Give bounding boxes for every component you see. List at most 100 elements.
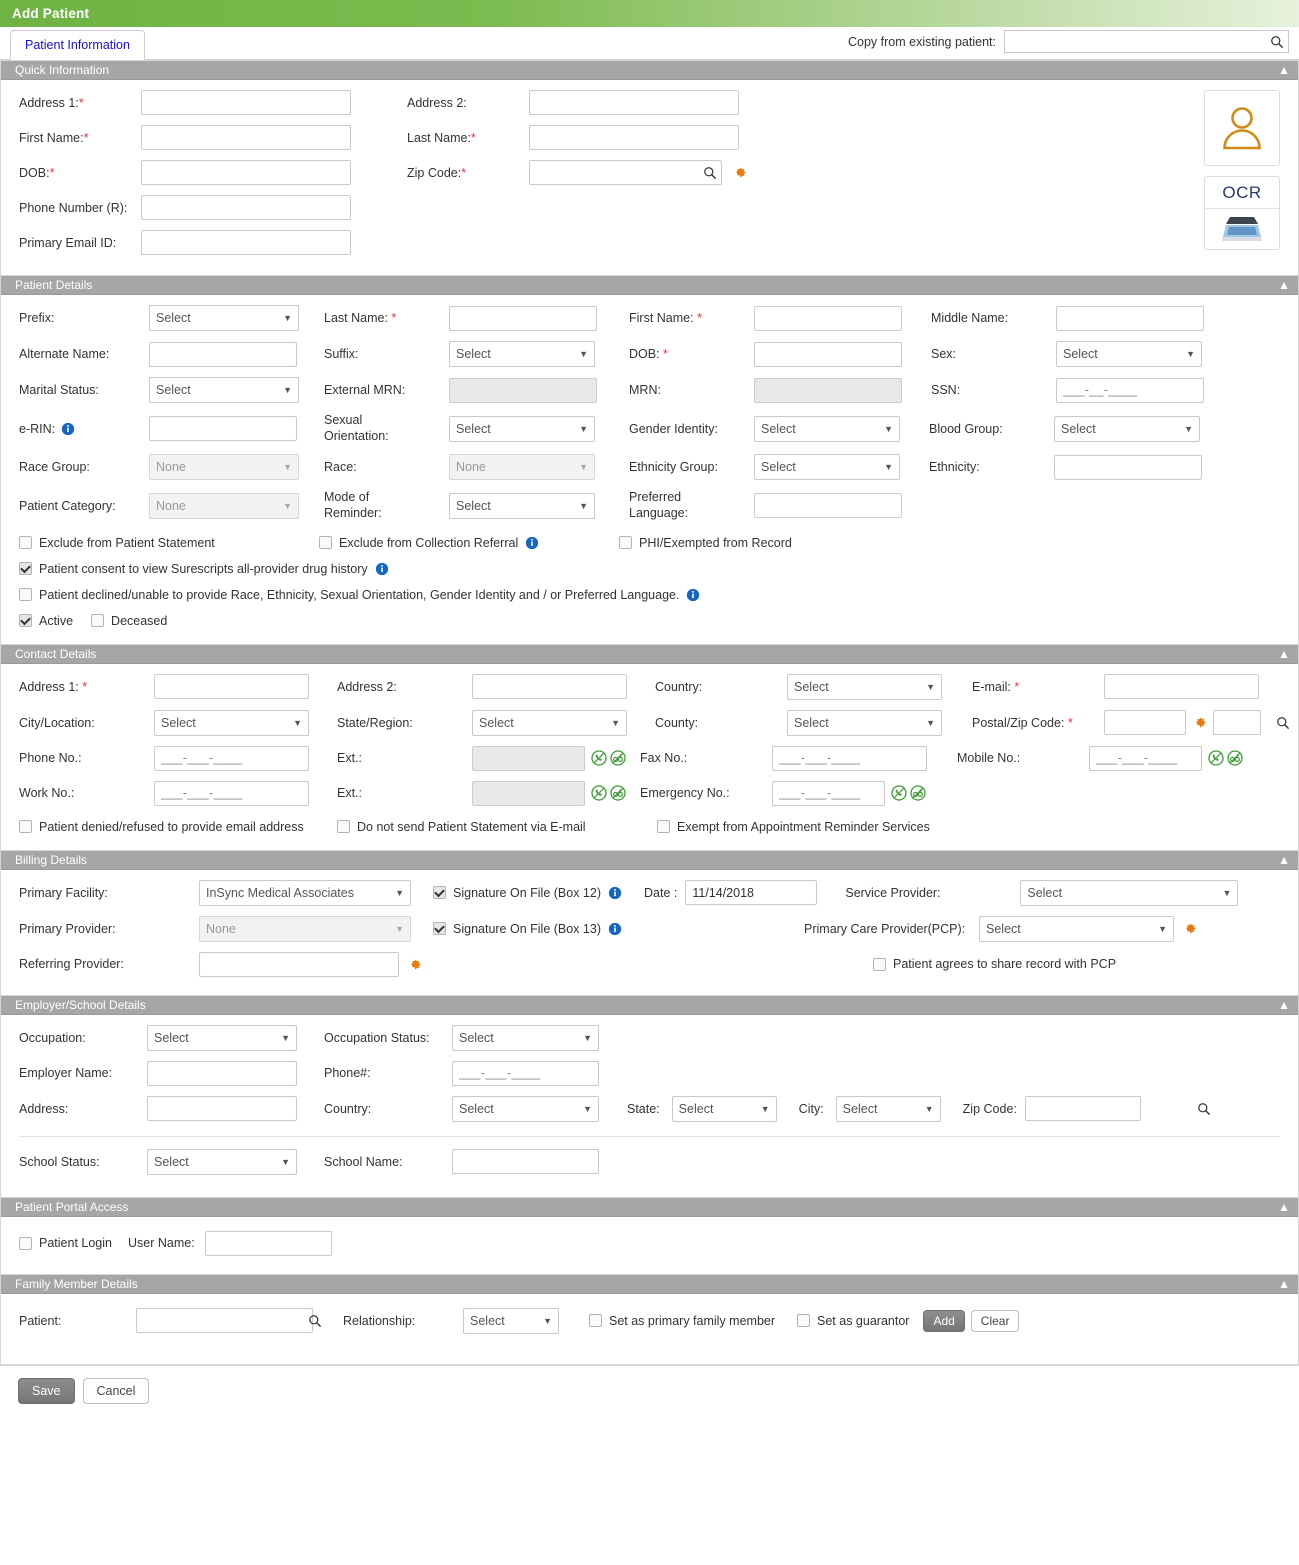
cancel-button[interactable]: Cancel bbox=[82, 1377, 150, 1404]
marital-status-select[interactable]: Select ▼ bbox=[149, 377, 299, 403]
chevron-up-icon[interactable]: ▲ bbox=[1278, 279, 1290, 291]
gender-identity-select[interactable]: Select ▼ bbox=[754, 415, 900, 442]
contact-country-select[interactable]: Select ▼ bbox=[787, 673, 942, 700]
gear-icon[interactable] bbox=[1182, 921, 1197, 936]
contact-email-input[interactable] bbox=[1104, 674, 1259, 699]
primary-email-input[interactable] bbox=[141, 230, 351, 255]
emergency-no-input[interactable] bbox=[772, 780, 885, 806]
dob-input[interactable] bbox=[754, 341, 902, 367]
occupation-status-select[interactable]: Select ▼ bbox=[452, 1024, 599, 1051]
phone-call-icon[interactable] bbox=[591, 750, 607, 766]
school-status-select[interactable]: Select ▼ bbox=[147, 1148, 297, 1175]
checkbox-box[interactable] bbox=[19, 820, 32, 833]
phone-no-input[interactable] bbox=[154, 745, 309, 771]
chevron-up-icon[interactable]: ▲ bbox=[1278, 854, 1290, 866]
search-icon[interactable] bbox=[308, 1314, 322, 1328]
denied-email-checkbox[interactable]: Patient denied/refused to provide email … bbox=[19, 820, 337, 834]
chevron-up-icon[interactable]: ▲ bbox=[1278, 64, 1290, 76]
billing-date-input[interactable] bbox=[685, 880, 818, 905]
occupation-select[interactable]: Select ▼ bbox=[147, 1024, 297, 1051]
address2-input[interactable] bbox=[529, 90, 739, 115]
primary-facility-select[interactable]: InSync Medical Associates ▼ bbox=[199, 879, 411, 906]
share-record-with-pcp-checkbox[interactable]: Patient agrees to share record with PCP bbox=[873, 957, 1116, 971]
checkbox-box[interactable] bbox=[433, 922, 446, 935]
no-statement-email-checkbox[interactable]: Do not send Patient Statement via E-mail bbox=[337, 820, 657, 834]
checkbox-box[interactable] bbox=[19, 562, 32, 575]
info-icon[interactable] bbox=[686, 588, 700, 602]
checkbox-box[interactable] bbox=[19, 536, 32, 549]
copy-from-search-box[interactable] bbox=[1004, 30, 1289, 53]
gear-icon[interactable] bbox=[407, 957, 422, 972]
checkbox-box[interactable] bbox=[91, 614, 105, 627]
alternate-name-input[interactable] bbox=[149, 341, 297, 367]
info-icon[interactable] bbox=[608, 922, 622, 936]
no-call-icon[interactable] bbox=[610, 750, 626, 766]
checkbox-box[interactable] bbox=[319, 536, 332, 549]
postal-zip-ext-input[interactable] bbox=[1213, 710, 1261, 735]
gear-icon[interactable] bbox=[732, 165, 747, 180]
user-name-input[interactable] bbox=[204, 1230, 332, 1256]
phone-call-icon[interactable] bbox=[891, 785, 907, 801]
chevron-up-icon[interactable]: ▲ bbox=[1278, 648, 1290, 660]
phone-call-icon[interactable] bbox=[1208, 750, 1224, 766]
service-provider-select[interactable]: Select ▼ bbox=[1020, 879, 1239, 906]
surescripts-consent-checkbox[interactable]: Patient consent to view Surescripts all-… bbox=[19, 562, 389, 576]
ocr-scan-button[interactable]: OCR bbox=[1204, 176, 1280, 250]
patient-photo-button[interactable] bbox=[1204, 90, 1280, 166]
exclude-from-collection-referral-checkbox[interactable]: Exclude from Collection Referral bbox=[319, 536, 619, 550]
county-select[interactable]: Select ▼ bbox=[787, 709, 942, 736]
signature-on-file-box13-checkbox[interactable]: Signature On File (Box 13) bbox=[433, 922, 622, 936]
phone-ext-input[interactable] bbox=[472, 745, 585, 771]
tab-patient-information[interactable]: Patient Information bbox=[10, 30, 145, 60]
contact-address2-input[interactable] bbox=[472, 674, 627, 699]
sex-select[interactable]: Select ▼ bbox=[1056, 341, 1202, 367]
ssn-input[interactable] bbox=[1056, 377, 1204, 403]
checkbox-box[interactable] bbox=[797, 1314, 811, 1327]
employer-address-input[interactable] bbox=[147, 1096, 297, 1121]
checkbox-box[interactable] bbox=[337, 820, 350, 833]
no-call-icon[interactable] bbox=[610, 785, 626, 801]
checkbox-box[interactable] bbox=[19, 588, 32, 601]
school-name-input[interactable] bbox=[452, 1149, 599, 1174]
mode-of-reminder-select[interactable]: Select ▼ bbox=[449, 492, 595, 519]
last-name-input[interactable] bbox=[529, 125, 739, 150]
erin-input[interactable] bbox=[149, 416, 297, 442]
active-checkbox[interactable]: Active bbox=[19, 614, 73, 628]
fax-no-input[interactable] bbox=[772, 745, 927, 771]
exempt-appointment-reminders-checkbox[interactable]: Exempt from Appointment Reminder Service… bbox=[657, 820, 930, 834]
address1-input[interactable] bbox=[141, 90, 351, 115]
info-icon[interactable] bbox=[375, 562, 389, 576]
exclude-from-patient-statement-checkbox[interactable]: Exclude from Patient Statement bbox=[19, 536, 319, 550]
search-icon[interactable] bbox=[1270, 35, 1284, 49]
employer-zip-input[interactable] bbox=[1031, 1100, 1197, 1117]
phone-call-icon[interactable] bbox=[591, 785, 607, 801]
race-group-select[interactable]: None ▼ bbox=[149, 454, 299, 481]
mrn-input[interactable] bbox=[754, 377, 902, 403]
city-location-select[interactable]: Select ▼ bbox=[154, 709, 309, 736]
patient-category-select[interactable]: None ▼ bbox=[149, 492, 299, 519]
clear-family-member-button[interactable]: Clear bbox=[970, 1309, 1020, 1332]
pcp-select[interactable]: Select ▼ bbox=[979, 915, 1174, 942]
middle-name-input[interactable] bbox=[1056, 305, 1204, 331]
checkbox-box[interactable] bbox=[19, 614, 32, 627]
ethnicity-group-select[interactable]: Select ▼ bbox=[754, 454, 900, 481]
zip-code-input[interactable] bbox=[536, 164, 703, 181]
work-ext-input[interactable] bbox=[472, 780, 585, 806]
set-as-guarantor-checkbox[interactable]: Set as guarantor bbox=[797, 1314, 909, 1328]
employer-phone-input[interactable] bbox=[452, 1060, 599, 1086]
gear-icon[interactable] bbox=[1192, 715, 1207, 730]
ethnicity-input[interactable] bbox=[1054, 454, 1202, 480]
prefix-select[interactable]: Select ▼ bbox=[149, 305, 299, 331]
set-as-primary-family-member-checkbox[interactable]: Set as primary family member bbox=[589, 1314, 775, 1328]
chevron-up-icon[interactable]: ▲ bbox=[1278, 1201, 1290, 1213]
checkbox-box[interactable] bbox=[433, 886, 446, 899]
deceased-checkbox[interactable]: Deceased bbox=[91, 614, 167, 628]
blood-group-select[interactable]: Select ▼ bbox=[1054, 415, 1200, 442]
search-icon[interactable] bbox=[1197, 1102, 1211, 1116]
patient-login-checkbox[interactable]: Patient Login bbox=[19, 1236, 112, 1250]
contact-address1-input[interactable] bbox=[154, 674, 309, 699]
suffix-select[interactable]: Select ▼ bbox=[449, 341, 595, 367]
save-button[interactable]: Save bbox=[18, 1377, 75, 1404]
first-name-input[interactable] bbox=[141, 125, 351, 150]
sexual-orientation-select[interactable]: Select ▼ bbox=[449, 415, 595, 442]
